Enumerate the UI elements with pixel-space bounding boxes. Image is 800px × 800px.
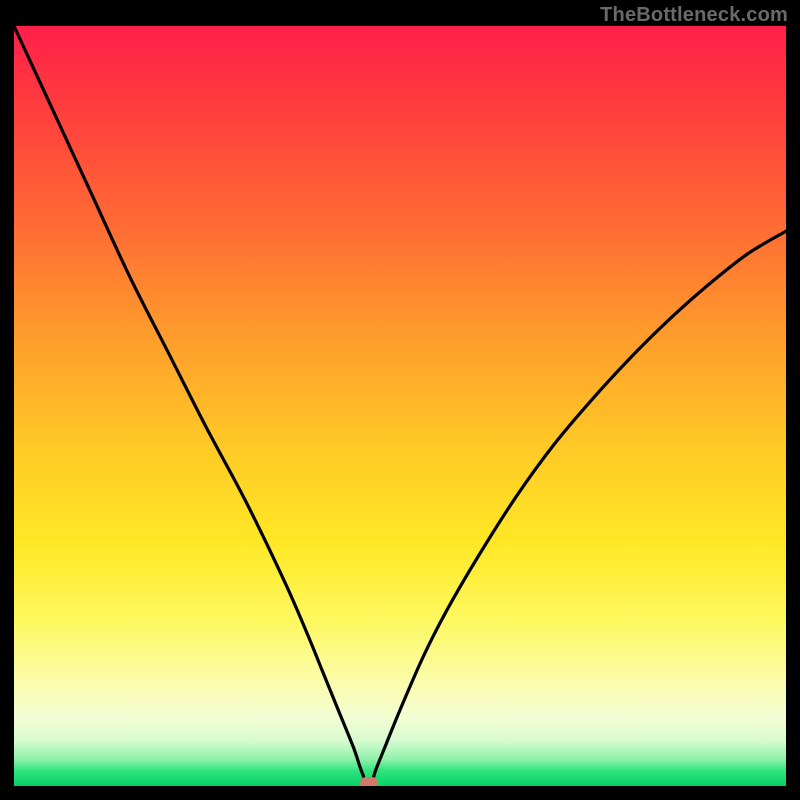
minimum-marker xyxy=(360,777,378,786)
bottleneck-curve xyxy=(14,26,786,786)
watermark-text: TheBottleneck.com xyxy=(600,4,788,27)
chart-frame: TheBottleneck.com xyxy=(0,0,800,800)
plot-area xyxy=(14,26,786,786)
